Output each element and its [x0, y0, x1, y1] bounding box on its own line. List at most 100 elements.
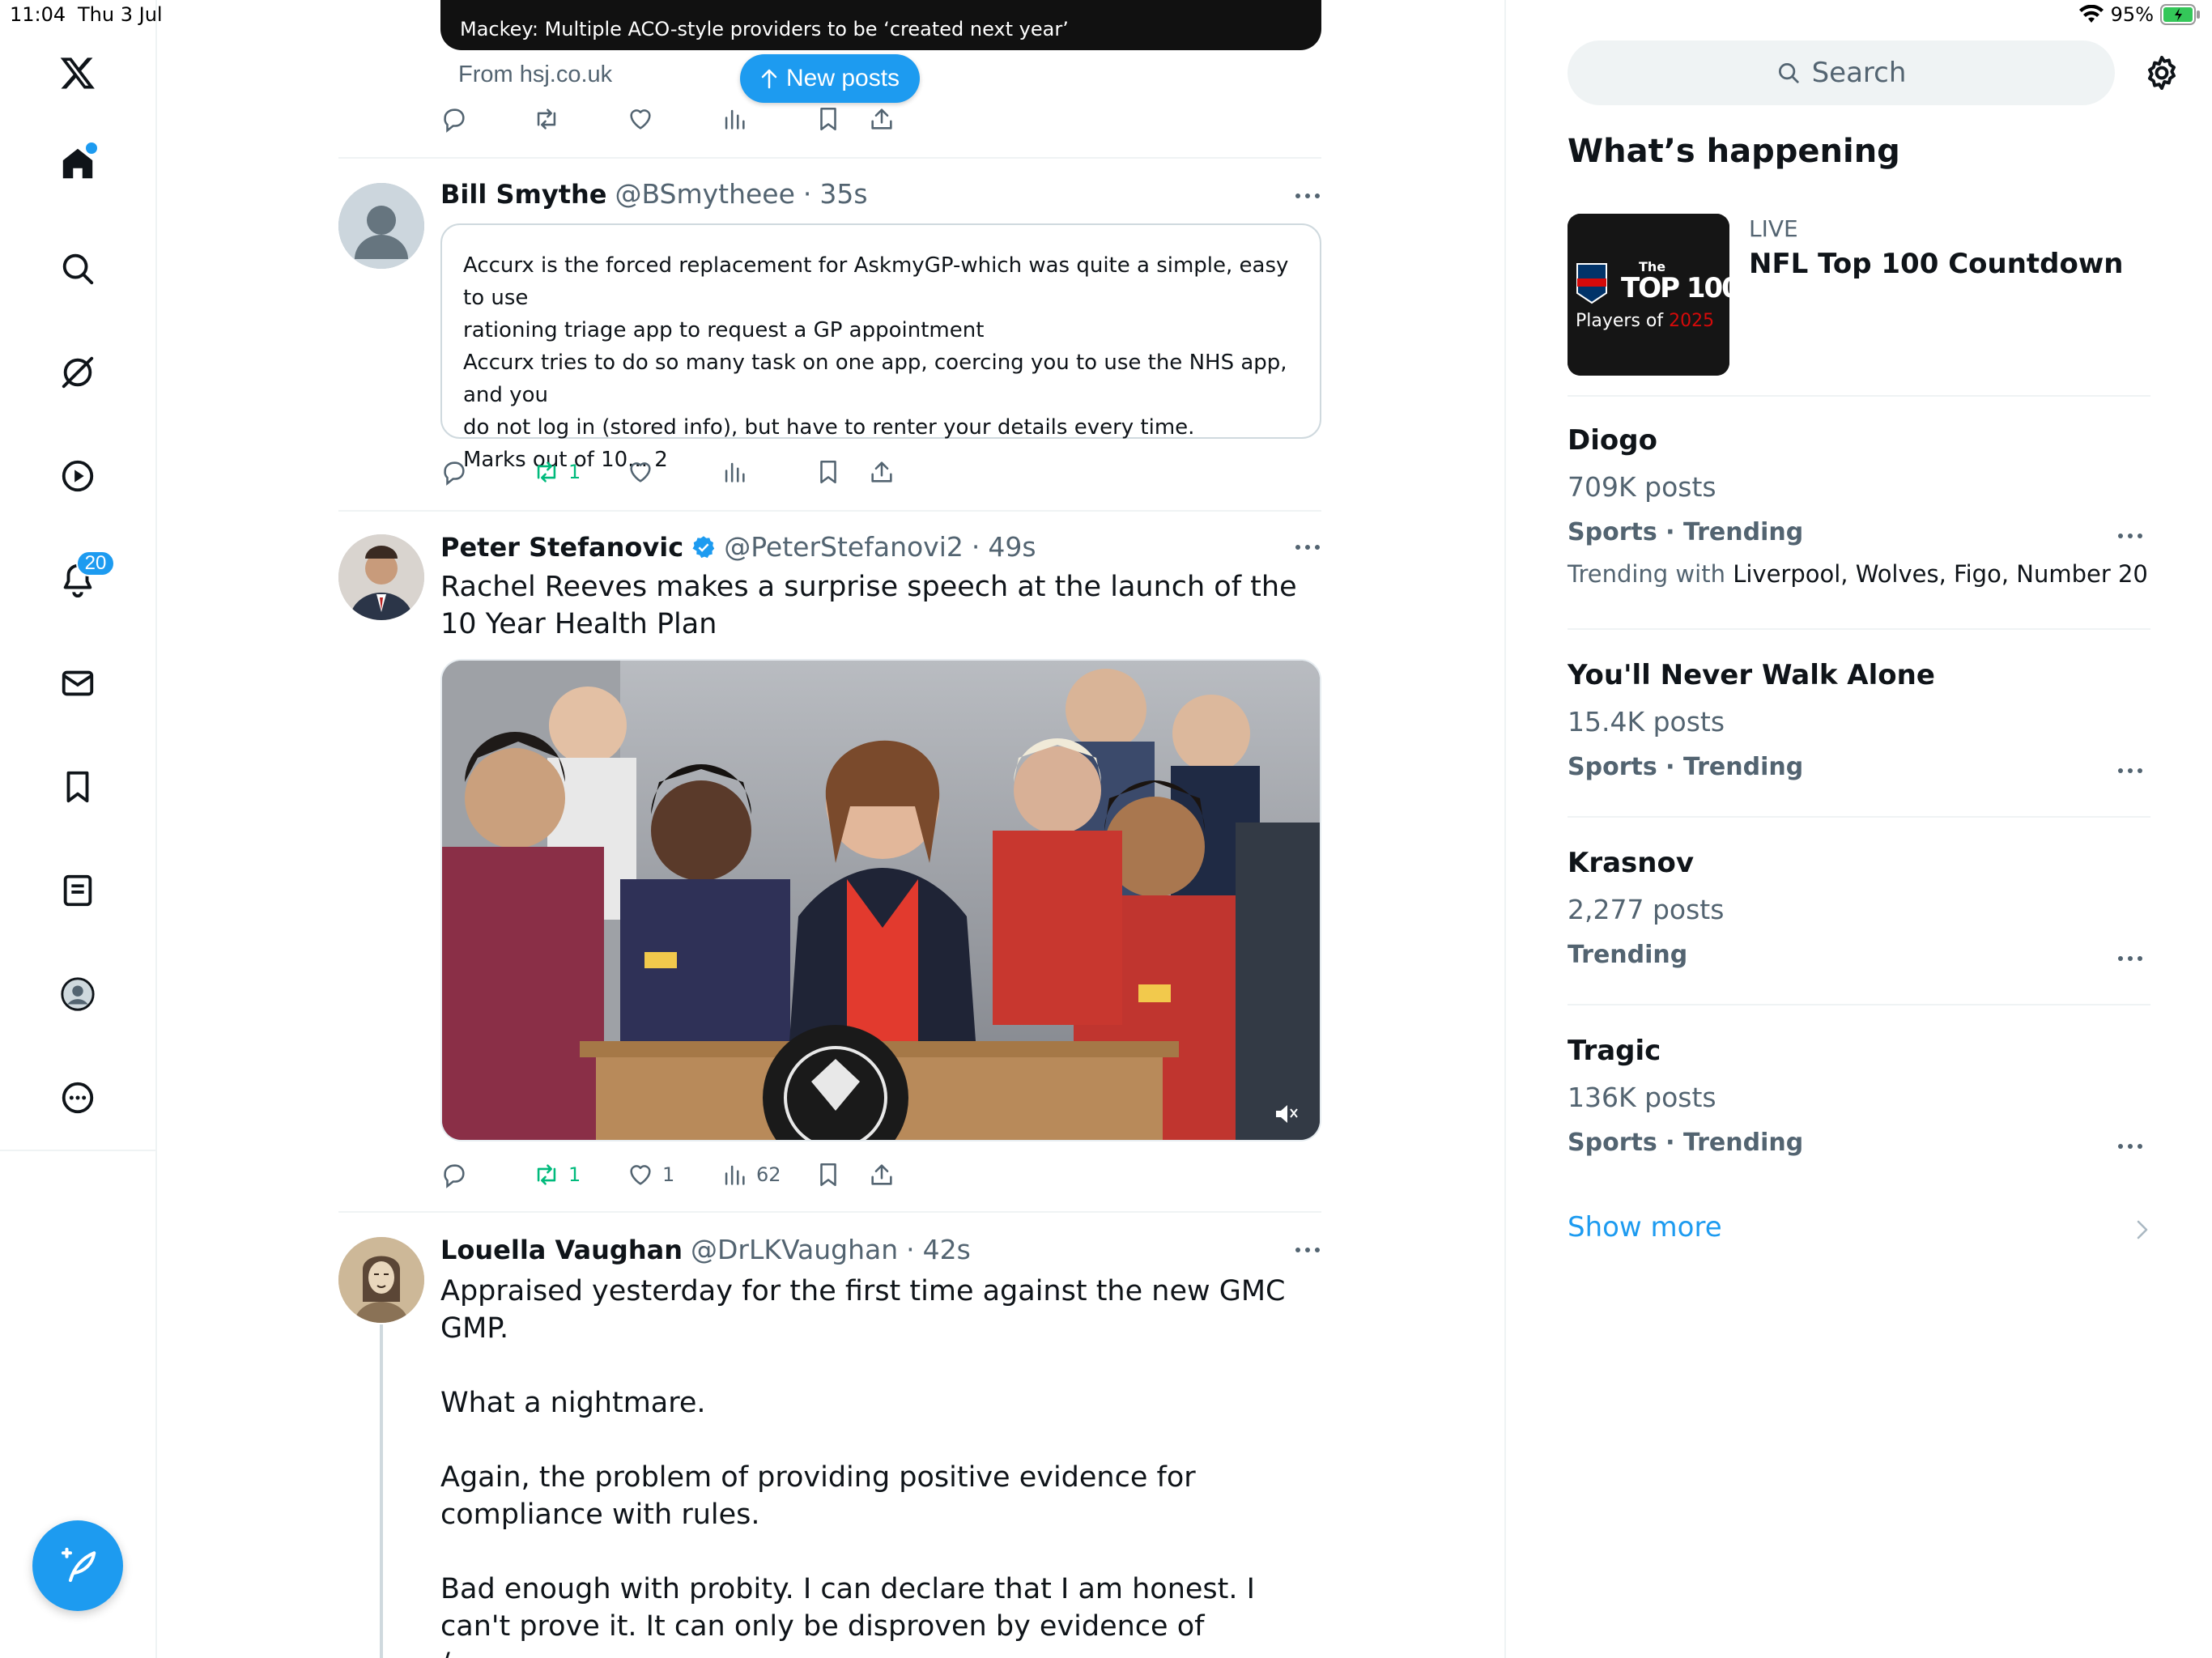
author-name[interactable]: Bill Smythe [440, 179, 606, 210]
thumb-text-year: 2025 [1669, 311, 1715, 331]
tweet-divider [338, 1211, 1321, 1213]
retweet-count: 1 [568, 1163, 581, 1186]
link-source[interactable]: From hsj.co.uk [458, 62, 612, 88]
share-icon [871, 1164, 892, 1185]
quoted-text-card[interactable]: Accurx is the forced replacement for Ask… [440, 223, 1321, 472]
x-logo-icon[interactable] [53, 49, 102, 97]
bookmarks-icon[interactable] [53, 763, 102, 811]
compose-post-button[interactable] [32, 1520, 123, 1611]
retweet-button[interactable]: 1 [533, 1154, 581, 1195]
video-icon[interactable] [53, 452, 102, 500]
thumb-text-top100: TOP 100 [1621, 272, 1729, 304]
author-handle[interactable]: @PeterStefanovi2 [724, 531, 963, 563]
new-posts-button[interactable]: New posts [740, 54, 920, 103]
like-button[interactable] [627, 452, 654, 492]
share-icon [871, 461, 892, 483]
quote-line: do not log in (stored info), but have to… [463, 415, 1195, 440]
home-icon[interactable] [53, 139, 102, 188]
bookmark-button[interactable] [815, 452, 842, 492]
more-dots-icon[interactable] [2116, 954, 2144, 963]
live-label: LIVE [1749, 215, 1798, 242]
notifications-bell-icon[interactable]: 20 [53, 551, 115, 604]
reply-button[interactable] [440, 99, 468, 139]
search-icon[interactable] [53, 244, 102, 293]
chevron-right-icon [2137, 1220, 2148, 1239]
reply-icon [444, 1164, 465, 1188]
tweet-actions: 1 1 62 [440, 1154, 1321, 1195]
tweet-actions: 1 [440, 452, 1321, 492]
left-navigation: 20 [0, 0, 157, 1658]
tweet-time[interactable]: 42s [923, 1234, 971, 1265]
views-button[interactable] [721, 99, 748, 139]
share-button[interactable] [868, 1154, 895, 1195]
link-card-image[interactable]: Mackey: Multiple ACO-style providers to … [440, 0, 1321, 50]
messages-mail-icon[interactable] [53, 659, 102, 708]
search-icon [1778, 63, 1799, 83]
share-button[interactable] [868, 99, 895, 139]
more-dots-icon[interactable] [1294, 539, 1321, 555]
bookmark-button[interactable] [815, 1154, 842, 1195]
retweet-button[interactable] [533, 99, 560, 139]
tweet-text: Appraised yesterday for the first time a… [440, 1273, 1321, 1658]
retweet-icon [537, 461, 556, 483]
settings-gear-icon[interactable] [2142, 53, 2181, 92]
trend-category: Sports · Trending [1568, 753, 1804, 781]
trend-item[interactable]: You'll Never Walk Alone 15.4K posts Spor… [1568, 659, 2150, 785]
search-input[interactable]: Search [1568, 40, 2115, 105]
separator-dot: · [971, 531, 981, 563]
tweet-time[interactable]: 49s [988, 531, 1036, 563]
tweet-paragraph: Again, the problem of providing positive… [440, 1461, 1205, 1531]
views-chart-icon [725, 1165, 745, 1185]
avatar[interactable] [338, 1237, 424, 1323]
views-button[interactable]: 62 [721, 1154, 781, 1195]
person-photo-icon [338, 534, 424, 620]
arrow-up-icon [761, 69, 777, 89]
tweet-video[interactable] [440, 659, 1321, 1141]
search-placeholder: Search [1811, 57, 1907, 89]
bookmark-button[interactable] [815, 99, 842, 139]
reply-button[interactable] [440, 1154, 468, 1195]
tweet-time[interactable]: 35s [819, 178, 867, 210]
author-handle[interactable]: @BSmytheee [615, 178, 794, 210]
bookmark-icon [820, 107, 836, 131]
more-dots-icon[interactable] [2116, 766, 2144, 776]
trend-item[interactable]: Diogo 709K posts Sports · Trending Trend… [1568, 424, 2150, 588]
trending-with-label: Trending with [1568, 560, 1725, 588]
author-name[interactable]: Louella Vaughan [440, 1235, 683, 1265]
show-more-link[interactable]: Show more [1568, 1211, 1722, 1244]
reply-icon [444, 461, 465, 486]
author-handle[interactable]: @DrLKVaughan [691, 1234, 898, 1265]
trend-name: Krasnov [1568, 847, 1695, 879]
tweet-divider [338, 157, 1321, 159]
tweet-divider [338, 510, 1321, 512]
retweet-count: 1 [568, 461, 581, 483]
like-button[interactable]: 1 [627, 1154, 674, 1195]
lists-icon[interactable] [53, 866, 102, 915]
profile-avatar-icon[interactable] [53, 970, 102, 1018]
thread-connector-line [380, 1324, 383, 1658]
trend-item[interactable]: Tragic 136K posts Sports · Trending [1568, 1035, 2150, 1161]
grok-icon[interactable] [53, 348, 102, 397]
live-event-thumbnail[interactable]: The TOP 100 Players of 2025 [1568, 214, 1729, 376]
more-dots-icon[interactable] [2116, 1141, 2144, 1151]
more-options-icon[interactable] [53, 1073, 102, 1122]
tweet-paragraph: What a nightmare. [440, 1387, 706, 1419]
avatar[interactable] [338, 183, 424, 269]
like-count: 1 [662, 1163, 675, 1186]
bookmark-icon [820, 1163, 836, 1187]
trend-item[interactable]: Krasnov 2,277 posts Trending [1568, 847, 2150, 973]
author-name[interactable]: Peter Stefanovic [440, 532, 683, 563]
more-dots-icon[interactable] [1294, 188, 1321, 204]
share-button[interactable] [868, 452, 895, 492]
trending-with: Trending with Liverpool, Wolves, Figo, N… [1568, 560, 2150, 588]
live-event-title[interactable]: NFL Top 100 Countdown [1749, 248, 2124, 280]
separator-dot: · [802, 178, 812, 210]
like-button[interactable] [627, 99, 654, 139]
more-dots-icon[interactable] [2116, 531, 2144, 541]
views-button[interactable] [721, 452, 748, 492]
avatar[interactable] [338, 534, 424, 620]
more-dots-icon[interactable] [1294, 1242, 1321, 1258]
reply-button[interactable] [440, 452, 468, 492]
video-still-image [442, 661, 1320, 1140]
retweet-button[interactable]: 1 [533, 452, 581, 492]
